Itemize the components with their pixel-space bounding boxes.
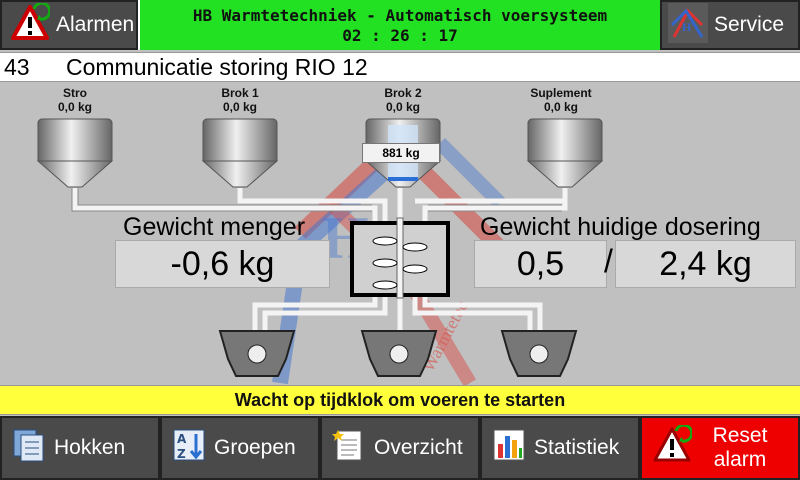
dosing-weight-label: Gewicht huidige dosering: [480, 213, 761, 241]
dosing-separator: /: [604, 243, 613, 279]
alarm-button-label: Alarmen: [56, 13, 135, 36]
alarm-message-line: 43 Communicatie storing RIO 12: [0, 52, 800, 82]
scale-reading: 881 kg: [362, 143, 440, 163]
alarm-button[interactable]: Alarmen: [0, 0, 138, 50]
svg-text:H: H: [682, 20, 692, 34]
overzicht-label: Overzicht: [374, 436, 463, 459]
alarm-text: Communicatie storing RIO 12: [66, 53, 368, 80]
service-button-label: Service: [714, 13, 785, 36]
reset-alarm-label: Reset alarm: [712, 424, 768, 471]
header-bar: Alarmen HB Warmtetechniek - Automatisch …: [0, 0, 800, 50]
outlet-3: [500, 330, 578, 377]
svg-text:A: A: [177, 432, 187, 446]
silo-label-brok2: Brok 2 0,0 kg: [384, 86, 422, 114]
bottom-navigation: Hokken A Z Groepen Overzicht Statistiek …: [0, 416, 800, 480]
silo-brok1: [201, 118, 279, 188]
hokken-label: Hokken: [54, 436, 126, 459]
reset-alarm-icon: [652, 423, 694, 471]
overzicht-button[interactable]: Overzicht: [320, 416, 480, 480]
system-title: HB Warmtetechniek - Automatisch voersyst…: [140, 0, 660, 50]
hokken-button[interactable]: Hokken: [0, 416, 160, 480]
groepen-icon: A Z: [172, 428, 206, 468]
dosing-current-value: 0,5: [474, 240, 607, 288]
service-button[interactable]: H Service: [660, 0, 800, 50]
groepen-label: Groepen: [214, 436, 296, 459]
groepen-button[interactable]: A Z Groepen: [160, 416, 320, 480]
alarm-warning-icon: [10, 1, 52, 48]
mixer-tank: [350, 217, 450, 299]
reset-alarm-button[interactable]: Reset alarm: [640, 416, 800, 480]
silo-stro: [36, 118, 114, 188]
service-logo-icon: H: [668, 2, 708, 48]
mixer-weight-label: Gewicht menger: [123, 213, 306, 241]
alarm-code: 43: [4, 53, 30, 80]
app-title: HB Warmtetechniek - Automatisch voersyst…: [192, 6, 608, 25]
svg-text:Z: Z: [177, 447, 186, 461]
hokken-icon: [12, 428, 46, 468]
clock: 02 : 26 : 17: [342, 26, 458, 45]
mixer-weight-value: -0,6 kg: [115, 240, 330, 288]
statistiek-icon: [492, 428, 526, 468]
silo-label-suplement: Suplement 0,0 kg: [530, 86, 592, 114]
silo-label-stro: Stro 0,0 kg: [57, 86, 93, 114]
silo-label-brok1: Brok 1 0,0 kg: [221, 86, 259, 114]
overzicht-icon: [332, 428, 366, 468]
status-bar: Wacht op tijdklok om voeren te starten: [0, 385, 800, 415]
statistiek-button[interactable]: Statistiek: [480, 416, 640, 480]
process-view: H Warmtetec Stro 0,0 kg Brok 1 0,0 kg Br…: [0, 83, 800, 385]
dosing-target-value: 2,4 kg: [615, 240, 796, 288]
statistiek-label: Statistiek: [534, 436, 620, 459]
silo-suplement: [526, 118, 604, 188]
